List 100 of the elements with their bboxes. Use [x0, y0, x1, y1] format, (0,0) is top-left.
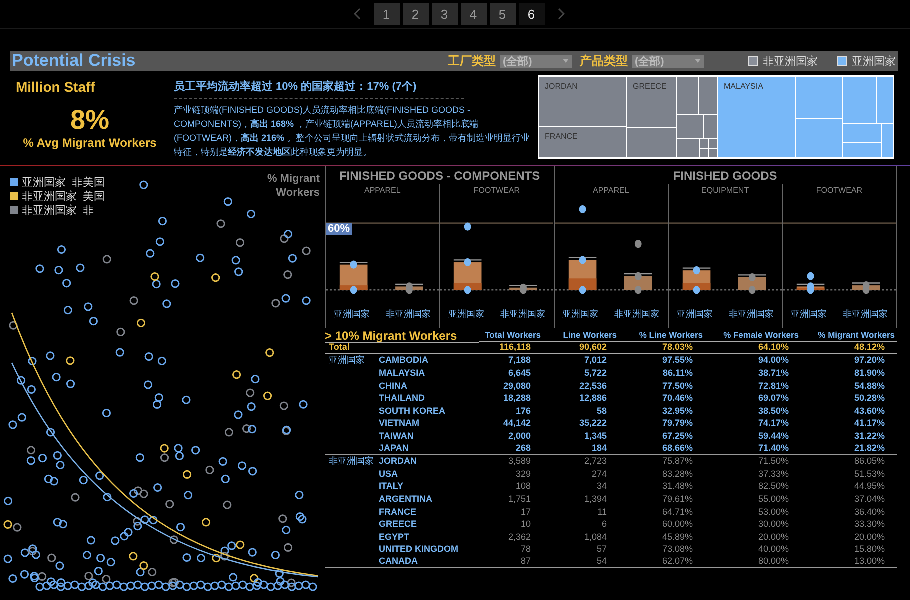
- table-cell-text: 44,142: [502, 417, 532, 430]
- outlier-point: [578, 206, 586, 214]
- table-cell: 21.82%: [801, 442, 897, 455]
- table-cell-text: 54.88%: [853, 380, 886, 392]
- page-button[interactable]: 5: [490, 3, 516, 25]
- table-cell-text: 86.05%: [853, 455, 886, 468]
- table-cell-text: 40.00%: [757, 543, 790, 556]
- box-plot: [852, 282, 880, 294]
- legend-label: 非亚洲国家: [763, 54, 818, 68]
- table-cell: 62.07%: [619, 556, 705, 568]
- table-cell-text: 69.07%: [757, 392, 790, 405]
- table-cell: 184: [543, 442, 619, 455]
- table-cell-text: 1,084: [583, 530, 608, 544]
- table-cell-text: 38.71%: [757, 367, 790, 380]
- treemap-label: GREECE: [633, 82, 667, 91]
- page-button[interactable]: 4: [460, 3, 486, 25]
- box-plot: [454, 258, 482, 294]
- table-cell-text: 32.95%: [661, 404, 694, 418]
- table-cell-text: 53.00%: [757, 506, 790, 518]
- table-cell-text: 79.79%: [661, 417, 694, 430]
- table-cell-text: 7,012: [583, 354, 608, 367]
- table-cell: 87: [479, 556, 543, 568]
- table-cell-text: 37.04%: [853, 493, 886, 506]
- table-cell-text: JORDAN: [378, 455, 418, 468]
- next-page-icon[interactable]: [556, 8, 564, 20]
- table-cell-text: 43.60%: [853, 404, 886, 418]
- table-cell: 71.40%: [705, 442, 801, 455]
- table-cell-text: 11: [596, 506, 608, 518]
- table-cell-text: 17: [520, 506, 532, 518]
- table-cell-text: 1,394: [583, 493, 608, 506]
- group-title: FINISHED GOODS: [672, 168, 778, 184]
- table-cell-text: 55.00%: [757, 493, 790, 506]
- table-title: > 10% Migrant Workers: [325, 329, 479, 343]
- table-cell-text: 60.00%: [661, 518, 694, 530]
- reference-label: 60%: [326, 223, 352, 235]
- table-cell-text: 38.50%: [757, 404, 790, 418]
- axis-label: 亚洲国家: [790, 308, 827, 320]
- table-cell-text: 274: [590, 468, 608, 480]
- treemap-label: FRANCE: [545, 132, 578, 141]
- table-cell: 80.00%: [705, 556, 801, 568]
- page-button[interactable]: 6: [518, 3, 544, 25]
- table-cell-text: 45.89%: [661, 530, 694, 544]
- summary-headline: 员工平均流动率超过 10% 的国家超过：17% (7个): [174, 79, 464, 99]
- table-cell-text: USA: [378, 468, 400, 480]
- table-cell-text: 67.25%: [661, 430, 694, 442]
- panel-title: APPAREL: [592, 185, 630, 197]
- panel-title: FOOTWEAR: [472, 185, 522, 197]
- group-title: FINISHED GOODS - COMPONENTS: [338, 168, 542, 184]
- panel-title: EQUIPMENT: [700, 185, 750, 197]
- table-cell-text: MALAYSIA: [378, 367, 426, 380]
- table-cell-text: 37.33%: [757, 468, 790, 480]
- treemap-label: JORDAN: [545, 82, 578, 91]
- table-cell-text: 77.50%: [661, 380, 694, 392]
- axis-label: 亚洲国家: [448, 308, 484, 320]
- axis-label: 亚洲国家: [334, 308, 370, 320]
- panel-title: APPAREL: [363, 185, 402, 197]
- table-cell-text: 6,645: [507, 367, 532, 380]
- summary-text: 产业链顶端(FINISHED GOODS)人员流动率相比底端(FINISHED GOODS - COMPONENTS)，高出 168% ，产业链顶端(APPAREL)人员流动率相比底端(FOOTWEAR)，高出 216% 。整个公司呈现向上辐射状式流动分布，带有制造业明显行业特征，特别是经济不发达地区此种现象更为明显。: [174, 104, 532, 159]
- table-cell-text: 15.80%: [853, 543, 886, 556]
- table-cell-text: 10: [520, 518, 532, 530]
- panel-title: FOOTWEAR: [815, 185, 864, 197]
- table-cell-text: 6: [600, 518, 608, 530]
- table-cell-text: CAMBODIA: [378, 354, 430, 367]
- table-cell-text: TAIWAN: [378, 430, 415, 442]
- table-cell-text: 71.50%: [757, 455, 790, 468]
- table-cell: 78.03%: [619, 342, 705, 354]
- page-button[interactable]: 3: [432, 3, 458, 25]
- caret-icon: [695, 59, 701, 63]
- caret-icon: [563, 59, 569, 63]
- table-cell-text: 18,288: [502, 392, 532, 405]
- table-cell: 54: [543, 556, 619, 568]
- table-cell: JAPAN: [375, 442, 479, 455]
- table-cell-text: 81.90%: [853, 367, 886, 380]
- table-cell-text: 36.40%: [853, 506, 886, 518]
- table-cell-text: 22,536: [578, 380, 608, 392]
- table-cell-text: EGYPT: [378, 530, 411, 544]
- legend-label: 亚洲国家: [852, 54, 896, 68]
- table-cell-text: GREECE: [378, 518, 418, 530]
- column-header: % Female Workers: [705, 329, 801, 342]
- previous-page-icon[interactable]: [354, 8, 362, 20]
- filter-label: 产品类型: [580, 52, 628, 70]
- page-button[interactable]: 1: [374, 3, 400, 25]
- table-cell-text: 34: [596, 480, 608, 493]
- axis-title: % Migrant Workers: [266, 172, 320, 200]
- table-cell-text: 72.81%: [757, 380, 790, 392]
- table-cell-text: 73.08%: [661, 543, 694, 556]
- table-cell-text: 86.11%: [662, 367, 694, 380]
- axis-label: 非亚洲国家: [386, 308, 432, 320]
- table-cell-text: 74.17%: [757, 417, 790, 430]
- box-plot: [738, 273, 766, 294]
- table-cell-text: 亚洲国家: [328, 354, 365, 367]
- table-cell-text: 78: [520, 543, 532, 556]
- axis-label: 非亚洲国家: [728, 308, 774, 320]
- table-cell-text: 2,362: [507, 530, 532, 544]
- table-cell-text: 2,723: [583, 455, 608, 468]
- table-cell-text: 82.50%: [757, 480, 790, 493]
- table-cell: 68.66%: [619, 442, 705, 455]
- page-button[interactable]: 2: [402, 3, 428, 25]
- table-cell-text: ITALY: [378, 480, 405, 493]
- table-cell: 268: [479, 442, 543, 455]
